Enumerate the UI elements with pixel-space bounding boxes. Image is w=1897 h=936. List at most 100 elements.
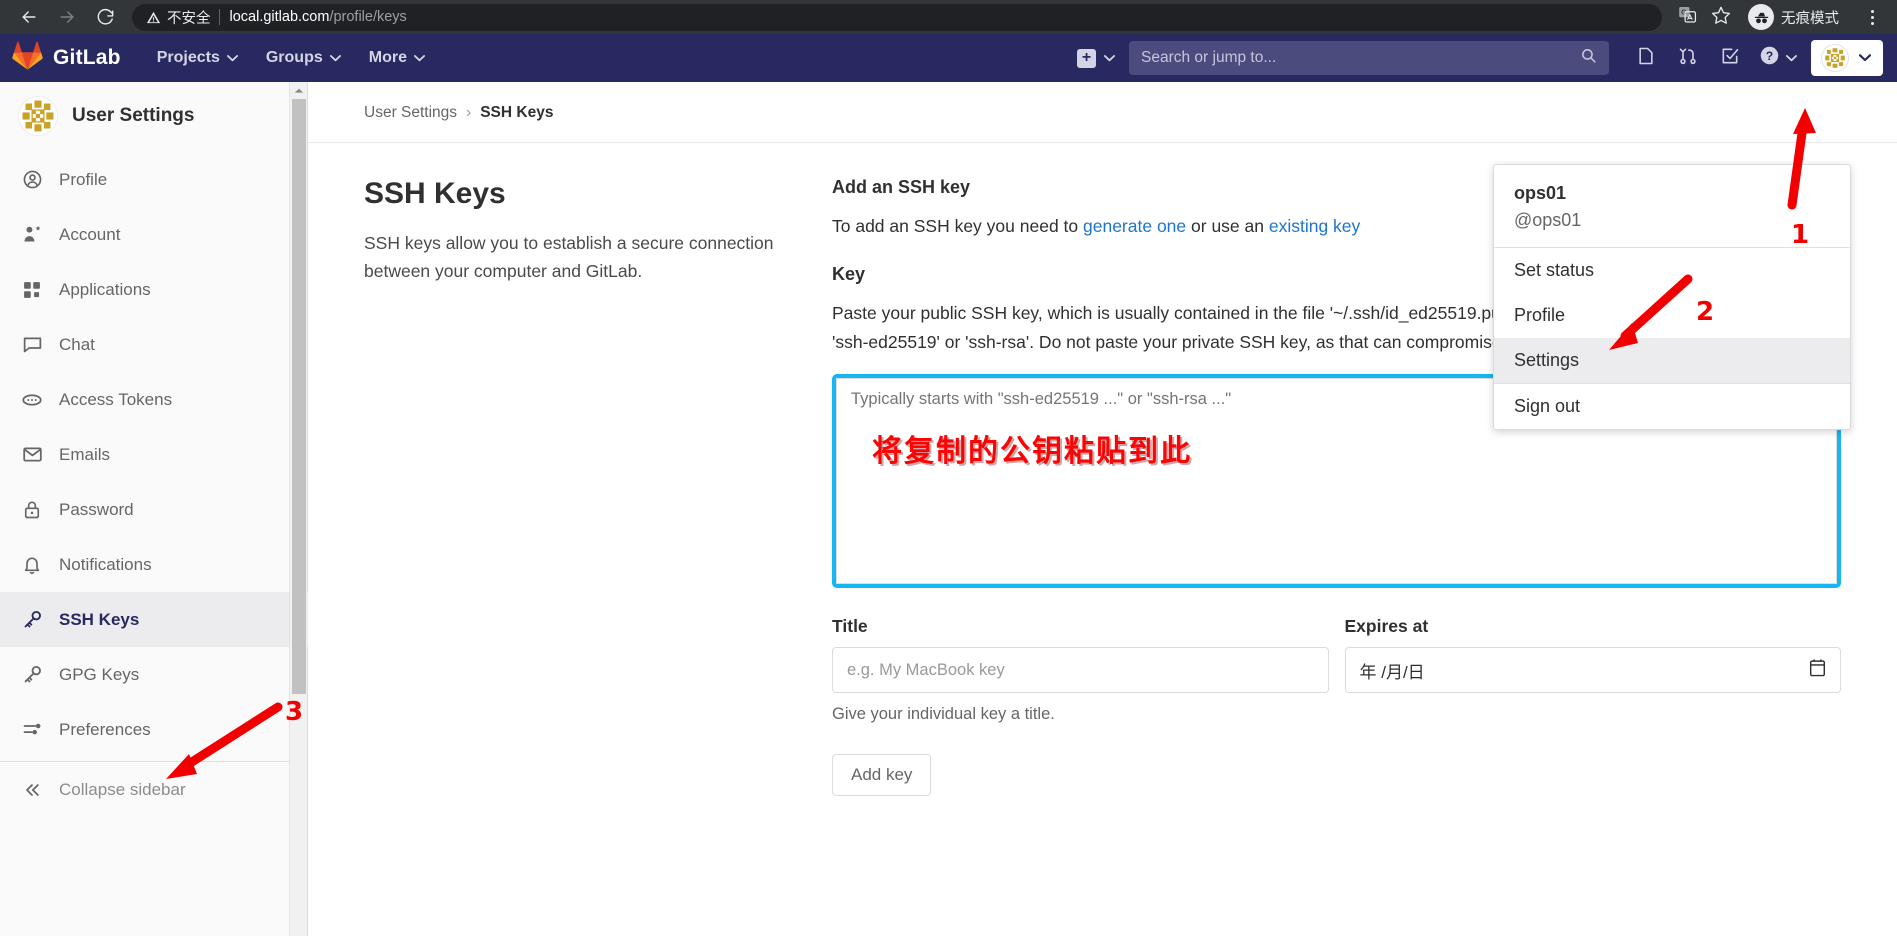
user-menu-profile[interactable]: Profile: [1494, 293, 1850, 338]
nav-more-label: More: [368, 49, 407, 66]
title-help-text: Give your individual key a title.: [832, 705, 1055, 724]
incognito-indicator[interactable]: 无痕模式: [1744, 3, 1851, 31]
nav-groups-label: Groups: [265, 49, 323, 66]
browser-actions: G 无痕模式: [1670, 2, 1887, 32]
calendar-icon[interactable]: [1809, 658, 1826, 682]
sidebar-item-label: Applications: [59, 279, 151, 299]
sidebar-item-label: Access Tokens: [59, 389, 173, 409]
chevron-down-icon: [413, 49, 425, 67]
omnibox-divider: [218, 9, 220, 25]
sidebar-item-notifications[interactable]: Notifications: [0, 537, 308, 592]
svg-text:?: ?: [1766, 49, 1773, 63]
sidebar-item-profile[interactable]: Profile: [0, 152, 308, 207]
key-meta-fields: Title Give your individual key a title. …: [832, 616, 1841, 724]
title-input[interactable]: [832, 647, 1329, 694]
sidebar-item-label: Profile: [59, 169, 108, 189]
expires-label: Expires at: [1344, 616, 1429, 637]
sidebar-item-label: Account: [59, 224, 121, 244]
user-avatar-icon: [18, 96, 58, 136]
nav-more[interactable]: More: [355, 34, 439, 82]
star-icon: [1711, 5, 1731, 30]
breadcrumb: User Settings › SSH Keys: [308, 82, 1897, 143]
sidebar-item-emails[interactable]: Emails: [0, 427, 308, 482]
browser-menu-button[interactable]: [1857, 2, 1887, 32]
todos-button[interactable]: [1709, 38, 1751, 78]
bookmark-button[interactable]: [1704, 2, 1738, 32]
forward-button[interactable]: [48, 2, 86, 32]
sidebar-item-access-tokens[interactable]: Access Tokens: [0, 372, 308, 427]
chevron-down-icon: [1786, 49, 1797, 67]
search-placeholder: Search or jump to...: [1141, 49, 1277, 66]
user-menu-sign-out[interactable]: Sign out: [1494, 384, 1850, 429]
sidebar-item-gpg-keys[interactable]: GPG Keys: [0, 647, 308, 702]
issues-icon: [1636, 46, 1656, 71]
nav-groups[interactable]: Groups: [252, 34, 355, 82]
reload-button[interactable]: [86, 2, 124, 32]
address-bar[interactable]: 不安全 local.gitlab.com/profile/keys: [132, 3, 1662, 31]
expires-field-group: Expires at 年 /月/日: [1344, 616, 1841, 724]
sidebar-header: User Settings: [0, 82, 308, 152]
add-key-intro-text: To add an SSH key you need to: [832, 216, 1083, 236]
paste-key-annotation: 将复制的公钥粘贴到此: [872, 434, 1192, 470]
collapse-sidebar-button[interactable]: Collapse sidebar: [0, 762, 308, 817]
ssh-keys-info-column: SSH Keys SSH keys allow you to establish…: [364, 177, 784, 796]
merge-requests-button[interactable]: [1667, 38, 1709, 78]
sidebar-item-label: GPG Keys: [59, 664, 140, 684]
nav-projects[interactable]: Projects: [143, 34, 252, 82]
chevron-down-icon: [226, 49, 238, 67]
url-path: /profile/keys: [329, 9, 407, 25]
translate-button[interactable]: G: [1670, 2, 1704, 32]
gitlab-brand-label: GitLab: [53, 46, 121, 69]
applications-icon: [20, 280, 44, 300]
expires-placeholder: 年 /月/日: [1359, 662, 1425, 682]
incognito-icon: [1748, 4, 1774, 30]
create-new-button[interactable]: +: [1077, 48, 1115, 68]
key-icon: [20, 609, 44, 630]
sidebar-item-password[interactable]: Password: [0, 482, 308, 537]
user-menu-button[interactable]: [1811, 40, 1883, 76]
back-button[interactable]: [10, 2, 48, 32]
navbar-icon-group: ?: [1625, 38, 1805, 78]
sidebar-scrollbar[interactable]: [289, 82, 307, 936]
not-secure-warning-icon: [146, 10, 161, 25]
preferences-icon: [20, 719, 44, 740]
scrollbar-thumb[interactable]: [292, 99, 306, 694]
sidebar-item-ssh-keys[interactable]: SSH Keys: [0, 592, 308, 647]
help-button[interactable]: ?: [1751, 45, 1805, 71]
sidebar-item-preferences[interactable]: Preferences: [0, 702, 308, 757]
title-label: Title: [832, 616, 868, 637]
chevron-down-icon: [1858, 49, 1872, 67]
existing-key-link[interactable]: existing key: [1269, 216, 1360, 236]
browser-toolbar: 不安全 local.gitlab.com/profile/keys G 无痕模式: [0, 0, 1897, 34]
bell-icon: [20, 555, 44, 575]
search-input[interactable]: Search or jump to...: [1129, 41, 1609, 75]
lock-icon: [20, 500, 44, 520]
expires-date-input[interactable]: 年 /月/日: [1344, 647, 1841, 694]
add-key-button[interactable]: Add key: [832, 754, 932, 797]
account-icon: [20, 224, 44, 245]
issues-button[interactable]: [1625, 38, 1667, 78]
collapse-chevrons-icon: [20, 780, 44, 800]
breadcrumb-root[interactable]: User Settings: [364, 104, 457, 122]
gitlab-home-link[interactable]: GitLab: [12, 41, 121, 75]
user-menu-settings[interactable]: Settings: [1494, 338, 1850, 383]
plus-square-icon: +: [1077, 48, 1096, 68]
gitlab-tanuki-icon: [12, 41, 43, 75]
sidebar-content: User Settings Profile Account Applicatio…: [0, 82, 308, 817]
scroll-up-arrow-icon[interactable]: [290, 82, 307, 98]
sidebar-item-applications[interactable]: Applications: [0, 262, 308, 317]
collapse-sidebar-label: Collapse sidebar: [59, 779, 186, 799]
user-menu-header: ops01 @ops01: [1494, 165, 1850, 247]
todos-icon: [1720, 46, 1740, 71]
access-tokens-icon: [20, 389, 44, 411]
merge-requests-icon: [1678, 46, 1698, 71]
sidebar-item-label: Preferences: [59, 719, 151, 739]
sidebar-item-account[interactable]: Account: [0, 207, 308, 262]
sidebar-title: User Settings: [72, 105, 195, 126]
sidebar-item-label: Emails: [59, 444, 111, 464]
user-menu-set-status[interactable]: Set status: [1494, 248, 1850, 293]
generate-one-link[interactable]: generate one: [1083, 216, 1186, 236]
page-description: SSH keys allow you to establish a secure…: [364, 233, 774, 281]
user-menu-handle: @ops01: [1514, 210, 1582, 230]
sidebar-item-chat[interactable]: Chat: [0, 317, 308, 372]
